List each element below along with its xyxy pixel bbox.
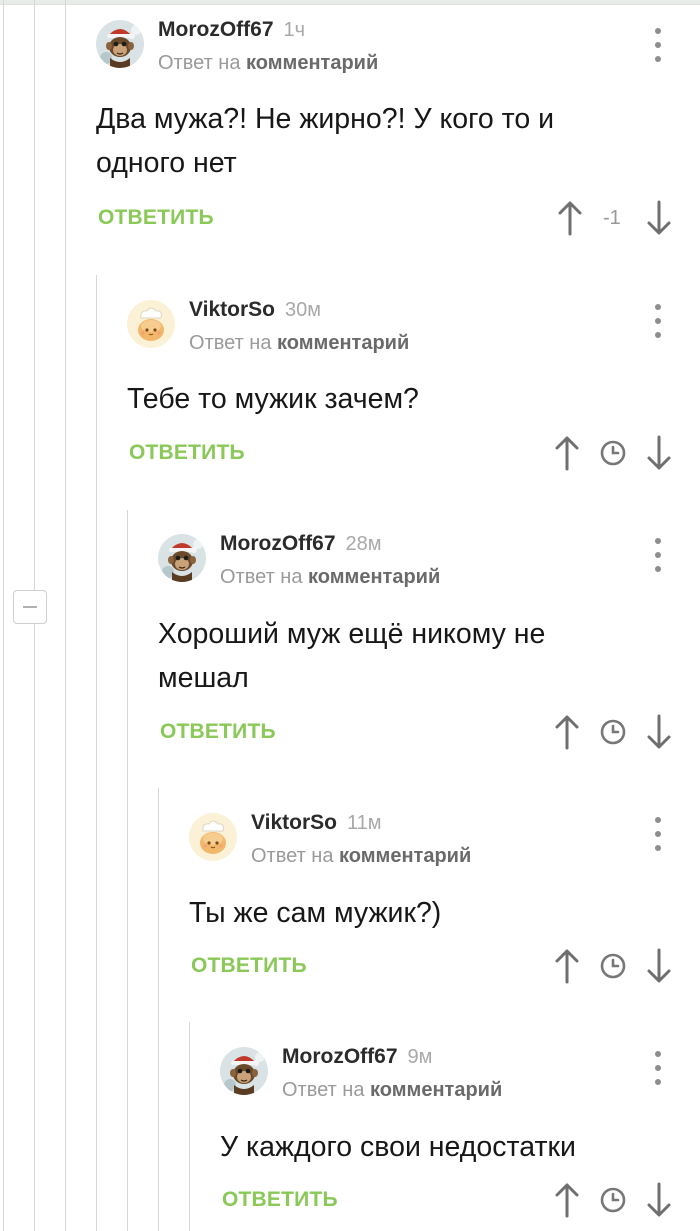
- reply-button[interactable]: ОТВЕТИТЬ: [191, 954, 307, 978]
- more-options-icon[interactable]: [654, 538, 662, 572]
- comment-time: 30м: [284, 299, 321, 321]
- collapse-thread-button[interactable]: [13, 590, 47, 624]
- upvote-arrow-icon[interactable]: [554, 948, 580, 984]
- bun-chef-avatar[interactable]: [189, 813, 237, 861]
- top-border: [0, 0, 700, 5]
- downvote-arrow-icon[interactable]: [646, 200, 672, 236]
- thread-line[interactable]: [96, 275, 97, 1231]
- reply-button[interactable]: ОТВЕТИТЬ: [160, 720, 276, 744]
- comment-time: 9м: [407, 1046, 433, 1068]
- monkey-avatar[interactable]: [220, 1047, 268, 1095]
- reply-to-link[interactable]: Ответ на комментарий: [251, 845, 471, 868]
- upvote-arrow-icon[interactable]: [554, 435, 580, 471]
- clock-icon: [599, 718, 627, 746]
- comment-author[interactable]: MorozOff67 28м: [220, 532, 382, 556]
- more-options-icon[interactable]: [654, 817, 662, 851]
- comment-author[interactable]: ViktorSo 11м: [251, 811, 381, 835]
- reply-to-link[interactable]: Ответ на комментарий: [158, 52, 378, 75]
- reply-to-link[interactable]: Ответ на комментарий: [220, 566, 440, 589]
- comment-text-line: Тебе то мужик зачем?: [127, 383, 419, 415]
- reply-button[interactable]: ОТВЕТИТЬ: [98, 206, 214, 230]
- monkey-avatar[interactable]: [96, 20, 144, 68]
- thread-line[interactable]: [189, 1022, 190, 1231]
- thread-line[interactable]: [65, 0, 66, 1231]
- thread-line: [3, 0, 4, 1231]
- reply-button[interactable]: ОТВЕТИТЬ: [129, 441, 245, 465]
- comment-time: 1ч: [283, 19, 306, 41]
- downvote-arrow-icon[interactable]: [646, 1182, 672, 1218]
- comment-score: -1: [603, 207, 621, 229]
- comment-time: 28м: [345, 533, 382, 555]
- comment-text-line: У каждого свои недостатки: [220, 1131, 576, 1163]
- comment-author[interactable]: MorozOff67 1ч: [158, 18, 305, 42]
- comment-text-line: мешал: [158, 662, 249, 694]
- upvote-arrow-icon[interactable]: [554, 1182, 580, 1218]
- reply-to-link[interactable]: Ответ на комментарий: [282, 1079, 502, 1102]
- upvote-arrow-icon[interactable]: [554, 714, 580, 750]
- clock-icon: [599, 1186, 627, 1214]
- more-options-icon[interactable]: [654, 304, 662, 338]
- reply-to-link[interactable]: Ответ на комментарий: [189, 332, 409, 355]
- comment-time: 11м: [346, 812, 382, 834]
- thread-line[interactable]: [158, 788, 159, 1231]
- monkey-avatar[interactable]: [158, 534, 206, 582]
- comment-text-line: Ты же сам мужик?): [189, 897, 442, 929]
- comment-author[interactable]: ViktorSo 30м: [189, 298, 321, 322]
- thread-line[interactable]: [127, 510, 128, 1231]
- downvote-arrow-icon[interactable]: [646, 948, 672, 984]
- clock-icon: [599, 439, 627, 467]
- downvote-arrow-icon[interactable]: [646, 435, 672, 471]
- more-options-icon[interactable]: [654, 28, 662, 62]
- clock-icon: [599, 952, 627, 980]
- upvote-arrow-icon[interactable]: [557, 200, 583, 236]
- comment-text-line: Два мужа?! Не жирно?! У кого то и: [96, 103, 555, 135]
- bun-chef-avatar[interactable]: [127, 300, 175, 348]
- reply-button[interactable]: ОТВЕТИТЬ: [222, 1188, 338, 1212]
- comment-text-line: Хороший муж ещё никому не: [158, 618, 546, 650]
- comment-author[interactable]: MorozOff67 9м: [282, 1045, 432, 1069]
- more-options-icon[interactable]: [654, 1051, 662, 1085]
- comment-text-line: одного нет: [96, 147, 237, 179]
- downvote-arrow-icon[interactable]: [646, 714, 672, 750]
